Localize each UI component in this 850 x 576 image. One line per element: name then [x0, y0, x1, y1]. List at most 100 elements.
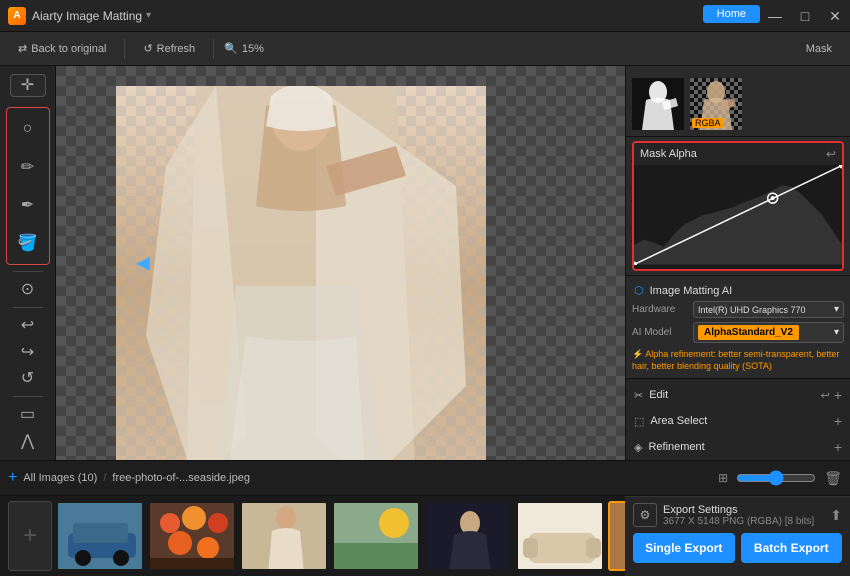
film-thumb-5[interactable]	[424, 501, 512, 571]
ai-note-icon: ⚡	[632, 349, 643, 359]
image-matting-title: ⬡ Image Matting AI	[634, 284, 732, 297]
export-settings-icon[interactable]: ⚙	[633, 503, 657, 527]
refinement-section-header[interactable]: ◈ Refinement +	[632, 435, 844, 459]
collapse-button[interactable]: ⋀	[10, 429, 46, 452]
filmstrip-resize-icon[interactable]: ⊞	[718, 471, 728, 485]
area-select-section-header[interactable]: ⬚ Area Select +	[632, 409, 844, 433]
mask-alpha-panel: Mask Alpha ↩	[632, 141, 844, 271]
filmstrip-info: + All Images (10) / free-photo-of-...sea…	[8, 469, 250, 487]
film-thumb-6[interactable]	[516, 501, 604, 571]
add-large-icon: +	[23, 522, 37, 550]
app-logo: A	[8, 7, 26, 25]
redo-icon: ↪	[21, 342, 34, 362]
undo-button[interactable]: ↩	[10, 313, 46, 336]
brush-tool-button[interactable]: ○	[10, 111, 46, 147]
matting-icon: ⬡	[634, 284, 644, 297]
model-value: AlphaStandard_V2	[698, 325, 799, 340]
film-thumb-4[interactable]	[332, 501, 420, 571]
path-separator: /	[103, 472, 106, 484]
export-settings-sub: 3677 X 5148 PNG (RGBA) [8 bits]	[663, 516, 824, 527]
model-select[interactable]: AlphaStandard_V2 ▾	[693, 322, 844, 343]
edit-title: ✂ Edit	[634, 389, 668, 402]
canvas-area[interactable]: ◀	[56, 66, 625, 460]
pan-arrow-icon[interactable]: ◀	[136, 253, 150, 274]
hardware-chevron-icon: ▾	[834, 304, 839, 315]
add-large-button[interactable]: +	[8, 501, 52, 571]
close-button[interactable]: ✕	[820, 0, 850, 32]
mask-alpha-undo-icon[interactable]: ↩	[826, 147, 836, 161]
export-area: ⚙ Export Settings 3677 X 5148 PNG (RGBA)…	[625, 496, 850, 576]
fill-tool-button[interactable]: 🪣	[10, 225, 46, 261]
refinement-title: ◈ Refinement	[634, 441, 705, 454]
reset-button[interactable]: ↺	[10, 367, 46, 390]
home-button[interactable]: Home	[703, 5, 760, 23]
batch-export-button[interactable]: Batch Export	[741, 533, 843, 563]
add-icon-small[interactable]: +	[8, 469, 17, 487]
dot-icon: ⊙	[21, 279, 34, 299]
move-tool-button[interactable]: ✛	[10, 74, 46, 97]
redo-button[interactable]: ↪	[10, 340, 46, 363]
titlebar: A Aiarty Image Matting ▾ Home — □ ✕	[0, 0, 850, 32]
refinement-section: ◈ Refinement +	[632, 435, 844, 459]
edit-section: ✂ Edit ↩ +	[632, 383, 844, 407]
refinement-actions: +	[834, 439, 842, 455]
right-bottom-panel: ✂ Edit ↩ + ⬚ Area Select +	[626, 378, 850, 460]
mask-alpha-title: Mask Alpha	[640, 148, 697, 160]
tool-separator-2	[13, 307, 43, 308]
tool-separator-3	[13, 396, 43, 397]
filmstrip-delete-icon[interactable]: 🗑	[824, 470, 842, 487]
paint-tools-group: ○ ✏ ✒ 🪣	[6, 107, 50, 265]
toolbar-separator	[124, 39, 125, 59]
hardware-select[interactable]: Intel(R) UHD Graphics 770 ▾	[693, 301, 844, 318]
back-to-original-button[interactable]: ⇄ Back to original	[10, 39, 114, 58]
film-thumb-2[interactable]	[148, 501, 236, 571]
area-select-actions: +	[834, 413, 842, 429]
hardware-row: Hardware Intel(R) UHD Graphics 770 ▾	[632, 301, 844, 318]
export-settings-text: Export Settings 3677 X 5148 PNG (RGBA) […	[663, 504, 824, 527]
rgba-label: RGBA	[692, 118, 724, 128]
app-title: Aiarty Image Matting	[32, 9, 142, 23]
zoom-icon: 🔍	[224, 42, 238, 55]
ai-note: ⚡ Alpha refinement: better semi-transpar…	[632, 347, 844, 374]
edit-add-icon[interactable]: +	[834, 387, 842, 403]
reset-icon: ↺	[21, 368, 34, 388]
refinement-add-icon[interactable]: +	[834, 439, 842, 455]
pen-tool-button[interactable]: ✏	[10, 149, 46, 185]
left-toolbar: ✛ ○ ✏ ✒ 🪣 ⊙ ↩ ↪ ↺	[0, 66, 56, 460]
image-matting-section-header[interactable]: ⬡ Image Matting AI	[632, 280, 844, 301]
filmstrip-bar: + All Images (10) / free-photo-of-...sea…	[0, 460, 850, 496]
mask-alpha-chart[interactable]	[634, 165, 842, 265]
filmstrip-zoom-slider[interactable]	[736, 470, 816, 486]
dot-tool-button[interactable]: ⊙	[10, 278, 46, 301]
edit-undo-icon[interactable]: ↩	[821, 389, 830, 402]
mask-alpha-header: Mask Alpha ↩	[634, 143, 842, 165]
export-settings-title: Export Settings	[663, 504, 824, 516]
zoom-control: 🔍 15%	[224, 42, 264, 55]
mask-bw-preview[interactable]	[632, 78, 684, 130]
stamp-tool-button[interactable]: ✒	[10, 187, 46, 223]
fill-icon: 🪣	[18, 233, 38, 253]
rect-tool-button[interactable]: ▭	[10, 402, 46, 425]
ai-section: ⬡ Image Matting AI Hardware Intel(R) UHD…	[626, 275, 850, 378]
stamp-icon: ✒	[21, 195, 34, 215]
export-settings-expand-icon[interactable]: ⬆	[830, 507, 842, 524]
maximize-button[interactable]: □	[790, 0, 820, 32]
film-thumb-3[interactable]	[240, 501, 328, 571]
tool-separator	[13, 271, 43, 272]
mask-section: RGBA	[626, 66, 850, 137]
hardware-label: Hardware	[632, 304, 687, 315]
area-select-title: ⬚ Area Select	[634, 415, 707, 428]
mask-rgba-preview[interactable]: RGBA	[690, 78, 742, 130]
move-icon: ✛	[21, 75, 34, 95]
export-buttons: Single Export Batch Export	[633, 533, 842, 563]
edit-section-header[interactable]: ✂ Edit ↩ +	[632, 383, 844, 407]
film-thumb-1[interactable]	[56, 501, 144, 571]
edit-actions: ↩ +	[821, 387, 842, 403]
area-select-icon: ⬚	[634, 415, 644, 428]
minimize-button[interactable]: —	[760, 0, 790, 32]
refresh-button[interactable]: ↺ Refresh	[135, 39, 203, 58]
model-row: AI Model AlphaStandard_V2 ▾	[632, 322, 844, 343]
area-select-add-icon[interactable]: +	[834, 413, 842, 429]
single-export-button[interactable]: Single Export	[633, 533, 735, 563]
canvas-image	[116, 86, 486, 460]
